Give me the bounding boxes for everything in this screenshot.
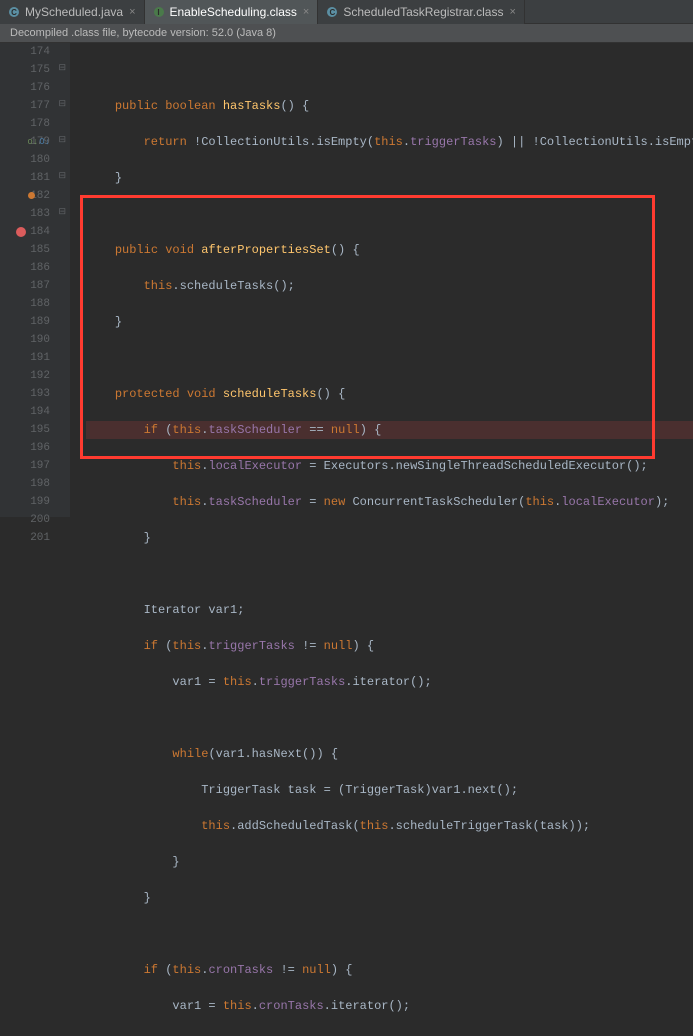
code-area[interactable]: public boolean hasTasks() { return !Coll… <box>70 43 693 517</box>
tab-myscheduled[interactable]: C MyScheduled.java × <box>0 0 145 24</box>
warning-icon <box>28 192 35 199</box>
interface-icon: I <box>153 6 165 18</box>
line-gutter[interactable]: 174 175⊟ 176 177⊟ 178 179⊟o↓O↓ 180 181⊟ … <box>0 43 70 517</box>
class-icon: C <box>8 6 20 18</box>
fold-icon[interactable]: ⊟ <box>57 64 66 73</box>
tab-label: EnableScheduling.class <box>170 5 297 19</box>
fold-icon[interactable]: ⊟ <box>57 172 66 181</box>
override-icons[interactable]: o↓O↓ <box>27 133 50 151</box>
fold-icon[interactable]: ⊟ <box>57 100 66 109</box>
class-icon: C <box>326 6 338 18</box>
close-icon[interactable]: × <box>303 6 309 18</box>
tab-scheduledtaskregistrar[interactable]: C ScheduledTaskRegistrar.class × <box>318 0 525 24</box>
tab-enablescheduling[interactable]: I EnableScheduling.class × <box>145 0 319 24</box>
close-icon[interactable]: × <box>129 6 135 18</box>
tab-label: MyScheduled.java <box>25 5 123 19</box>
editor-tabs: C MyScheduled.java × I EnableScheduling.… <box>0 0 693 24</box>
tab-label: ScheduledTaskRegistrar.class <box>343 5 503 19</box>
decompiled-banner: Decompiled .class file, bytecode version… <box>0 24 693 43</box>
breakpoint-icon[interactable] <box>16 227 26 237</box>
close-icon[interactable]: × <box>509 6 515 18</box>
code-editor[interactable]: 174 175⊟ 176 177⊟ 178 179⊟o↓O↓ 180 181⊟ … <box>0 43 693 517</box>
fold-icon[interactable]: ⊟ <box>57 136 66 145</box>
fold-icon[interactable]: ⊟ <box>57 208 66 217</box>
